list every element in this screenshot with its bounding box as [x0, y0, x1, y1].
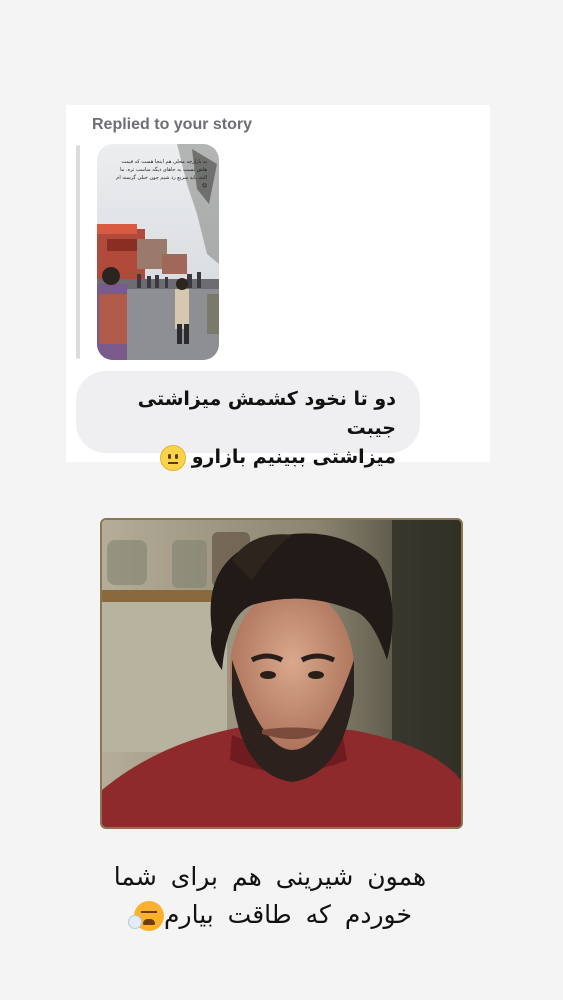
- caption-line2: خوردم که طاقت بیارم: [164, 900, 412, 929]
- meme-photo: [100, 518, 463, 829]
- reply-message-line1: دو تا نخود کشمش میزاشتی جیبت: [137, 388, 396, 439]
- man-portrait-image: [102, 520, 461, 827]
- caption-line1: همون شیرینی هم برای شما: [113, 862, 427, 891]
- reply-message-line2-wrap: میزاشتی ببینیم بازارو: [94, 443, 396, 472]
- caption-text: همون شیرینی هم برای شما خوردم که طاقت بی…: [70, 858, 470, 934]
- neutral-face-icon: [159, 444, 186, 471]
- reply-message-bubble[interactable]: دو تا نخود کشمش میزاشتی جیبت میزاشتی ببی…: [76, 371, 420, 471]
- story-reply-card: Replied to your story یه بازارچه محلی هم…: [66, 105, 490, 471]
- caption-line2-wrap: خوردم که طاقت بیارم: [70, 896, 470, 934]
- replied-to-story-label: Replied to your story: [92, 116, 253, 133]
- story-thumbnail[interactable]: یه بازارچه محلی هم اینجا هست که قیمت هاش…: [97, 144, 219, 360]
- story-caption: یه بازارچه محلی هم اینجا هست که قیمت هاش…: [116, 159, 207, 189]
- reply-quote-bar: [76, 145, 80, 359]
- tired-face-icon: [128, 901, 165, 931]
- reply-message-line2: میزاشتی ببینیم بازارو: [191, 446, 396, 468]
